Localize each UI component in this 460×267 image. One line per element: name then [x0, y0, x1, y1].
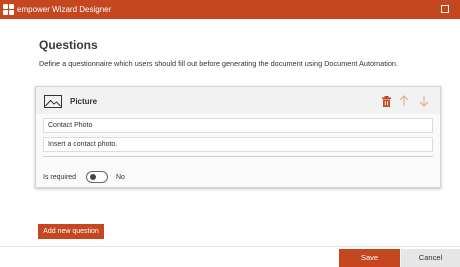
question-card: Picture Contact Photo Insert a contact p…	[35, 86, 441, 188]
footer-divider	[0, 246, 460, 247]
arrow-up-icon[interactable]	[399, 95, 409, 107]
required-toggle[interactable]	[86, 171, 108, 183]
question-card-header: Picture	[36, 87, 440, 114]
cancel-button[interactable]: Cancel	[401, 249, 460, 267]
window-title: empower Wizard Designer	[17, 5, 112, 14]
trash-icon[interactable]	[382, 96, 391, 107]
page-description: Define a questionnaire which users shoul…	[39, 59, 398, 68]
divider	[43, 156, 433, 157]
page-title: Questions	[39, 38, 98, 52]
maximize-icon[interactable]	[441, 5, 449, 13]
question-type-label: Picture	[70, 97, 98, 106]
question-name-field[interactable]: Contact Photo	[43, 118, 433, 133]
toggle-knob	[90, 174, 96, 180]
save-button[interactable]: Save	[339, 249, 400, 267]
picture-icon	[44, 95, 62, 108]
question-description-field[interactable]: Insert a contact photo.	[43, 137, 433, 152]
required-label: Is required	[43, 174, 77, 181]
title-bar: empower Wizard Designer	[0, 0, 460, 19]
arrow-down-icon[interactable]	[419, 95, 429, 107]
required-state-label: No	[116, 174, 125, 181]
empower-logo-icon	[3, 4, 14, 15]
add-new-question-button[interactable]: Add new question	[38, 224, 104, 239]
